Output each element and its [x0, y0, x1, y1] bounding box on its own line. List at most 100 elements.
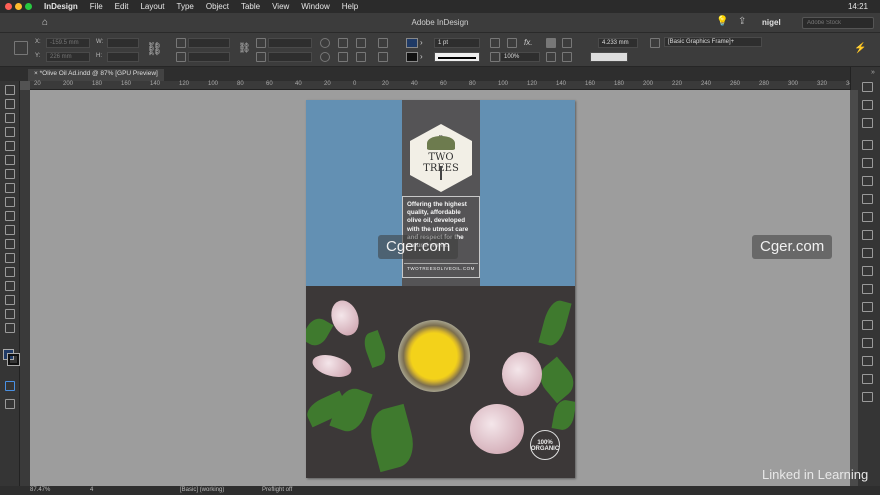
constrain-scale-icon[interactable]: ⛓ — [238, 43, 251, 54]
x-field[interactable]: -159.5 mm — [46, 38, 90, 48]
rotate-ccw-icon[interactable] — [320, 52, 330, 62]
share-icon[interactable]: ⇪ — [738, 16, 746, 27]
menu-window[interactable]: Window — [301, 2, 329, 11]
menu-layout[interactable]: Layout — [140, 2, 164, 11]
lightning-icon[interactable]: ⚡ — [854, 43, 866, 54]
menu-view[interactable]: View — [272, 2, 289, 11]
select-previous-icon[interactable] — [378, 38, 388, 48]
character-styles-panel-icon[interactable] — [862, 374, 873, 384]
flip-horizontal-icon[interactable] — [338, 38, 348, 48]
h-field[interactable] — [107, 52, 139, 62]
select-content-icon[interactable] — [378, 52, 388, 62]
content-collector-icon[interactable] — [5, 141, 15, 151]
stroke-panel-icon[interactable] — [862, 140, 873, 150]
layers-panel-icon[interactable] — [862, 100, 873, 110]
effects-panel-icon[interactable] — [862, 194, 873, 204]
free-transform-tool-icon[interactable] — [5, 253, 15, 263]
wrap-jump-icon[interactable] — [562, 52, 572, 62]
cc-libraries-panel-icon[interactable] — [862, 320, 873, 330]
page-number-field[interactable]: 4 — [90, 487, 93, 493]
collapse-panels-icon[interactable]: » — [871, 69, 875, 76]
pencil-tool-icon[interactable] — [5, 197, 15, 207]
zoom-level-field[interactable]: 87.47% — [30, 487, 50, 493]
corner-options-field[interactable] — [590, 52, 628, 62]
fill-dropdown-icon[interactable]: › — [420, 38, 423, 47]
fx-icon[interactable]: fx. — [524, 38, 532, 47]
document-tab[interactable]: × *Olive Oil Ad.indd @ 87% [GPU Preview] — [28, 69, 164, 81]
links-panel-icon[interactable] — [862, 118, 873, 128]
line-tool-icon[interactable] — [5, 169, 15, 179]
pen-tool-icon[interactable] — [5, 183, 15, 193]
table-panel-icon[interactable] — [862, 392, 873, 402]
flip-vertical-icon[interactable] — [356, 38, 366, 48]
stroke-swatch[interactable] — [406, 52, 418, 62]
document-page[interactable]: 100% ORGANIC 2 TWO TREES Offering the hi… — [306, 100, 575, 478]
menu-help[interactable]: Help — [342, 2, 358, 11]
shear-field[interactable] — [268, 52, 312, 62]
pathfinder-panel-icon[interactable] — [862, 266, 873, 276]
swatches-panel-icon[interactable] — [862, 158, 873, 168]
wrap-around-icon[interactable] — [562, 38, 572, 48]
zoom-window-button[interactable] — [25, 3, 32, 10]
object-style-select[interactable]: [Basic Graphics Frame]+ — [664, 37, 762, 47]
vertical-scrollbar[interactable] — [850, 90, 858, 486]
text-wrap-panel-icon[interactable] — [862, 230, 873, 240]
user-menu[interactable]: nigel — [762, 18, 781, 27]
hand-tool-icon[interactable] — [5, 309, 15, 319]
rotate-field[interactable] — [268, 38, 312, 48]
y-field[interactable]: 226 mm — [46, 52, 90, 62]
profile-status[interactable]: [Basic] (working) — [180, 487, 224, 493]
constrain-proportions-icon[interactable]: ⛓ — [146, 41, 163, 57]
menu-file[interactable]: File — [90, 2, 103, 11]
gap-tool-icon[interactable] — [5, 127, 15, 137]
gradient-tool-icon[interactable] — [5, 267, 15, 277]
w-field[interactable] — [107, 38, 139, 48]
scale-x-field[interactable] — [188, 38, 230, 48]
scissors-tool-icon[interactable] — [5, 239, 15, 249]
page-tool-icon[interactable] — [5, 113, 15, 123]
normal-view-icon[interactable] — [5, 381, 15, 391]
zoom-tool-icon[interactable] — [5, 323, 15, 333]
rectangle-frame-tool-icon[interactable] — [5, 211, 15, 221]
eyedropper-tool-icon[interactable] — [5, 295, 15, 305]
stroke-dropdown-icon[interactable]: › — [420, 52, 423, 61]
selection-tool-icon[interactable] — [5, 85, 15, 95]
paragraph-panel-icon[interactable] — [862, 302, 873, 312]
preflight-status[interactable]: Preflight off — [262, 487, 292, 493]
frame-fitting-icon[interactable] — [490, 38, 500, 48]
reference-point-icon[interactable] — [14, 41, 28, 55]
offset-field[interactable]: 4.233 mm — [598, 38, 638, 48]
drop-shadow-icon[interactable] — [490, 52, 500, 62]
menu-edit[interactable]: Edit — [115, 2, 129, 11]
vertical-ruler[interactable] — [20, 90, 30, 486]
menu-table[interactable]: Table — [241, 2, 260, 11]
stock-search-input[interactable] — [802, 17, 874, 29]
gradient-panel-icon[interactable] — [862, 212, 873, 222]
object-styles-panel-icon[interactable] — [862, 338, 873, 348]
stroke-weight-field[interactable]: 1 pt — [434, 38, 480, 48]
screen-mode-icon[interactable] — [5, 399, 15, 409]
fill-swatch[interactable] — [406, 38, 418, 48]
close-window-button[interactable] — [5, 3, 12, 10]
stroke-color-icon[interactable] — [7, 353, 20, 366]
horizontal-ruler[interactable]: 20 200 180 160 140 120 100 80 60 40 20 0 20 40 60 80 100… — [30, 81, 856, 90]
scale-y-field[interactable] — [188, 52, 230, 62]
direct-selection-tool-icon[interactable] — [5, 99, 15, 109]
rotate-cw-icon[interactable] — [320, 38, 330, 48]
rectangle-tool-icon[interactable] — [5, 225, 15, 235]
effects-icon[interactable] — [507, 38, 517, 48]
minimize-window-button[interactable] — [15, 3, 22, 10]
note-tool-icon[interactable] — [5, 281, 15, 291]
character-panel-icon[interactable] — [862, 284, 873, 294]
opacity-field[interactable]: 100% — [500, 52, 540, 62]
wrap-shape-icon[interactable] — [546, 52, 556, 62]
align-panel-icon[interactable] — [862, 248, 873, 258]
text-wrap-icon[interactable] — [546, 38, 556, 48]
menu-type[interactable]: Type — [177, 2, 194, 11]
lightbulb-icon[interactable]: 💡 — [716, 16, 728, 27]
menu-object[interactable]: Object — [206, 2, 229, 11]
color-panel-icon[interactable] — [862, 176, 873, 186]
app-menu[interactable]: InDesign — [44, 2, 78, 11]
pages-panel-icon[interactable] — [862, 82, 873, 92]
select-container-icon[interactable] — [356, 52, 366, 62]
